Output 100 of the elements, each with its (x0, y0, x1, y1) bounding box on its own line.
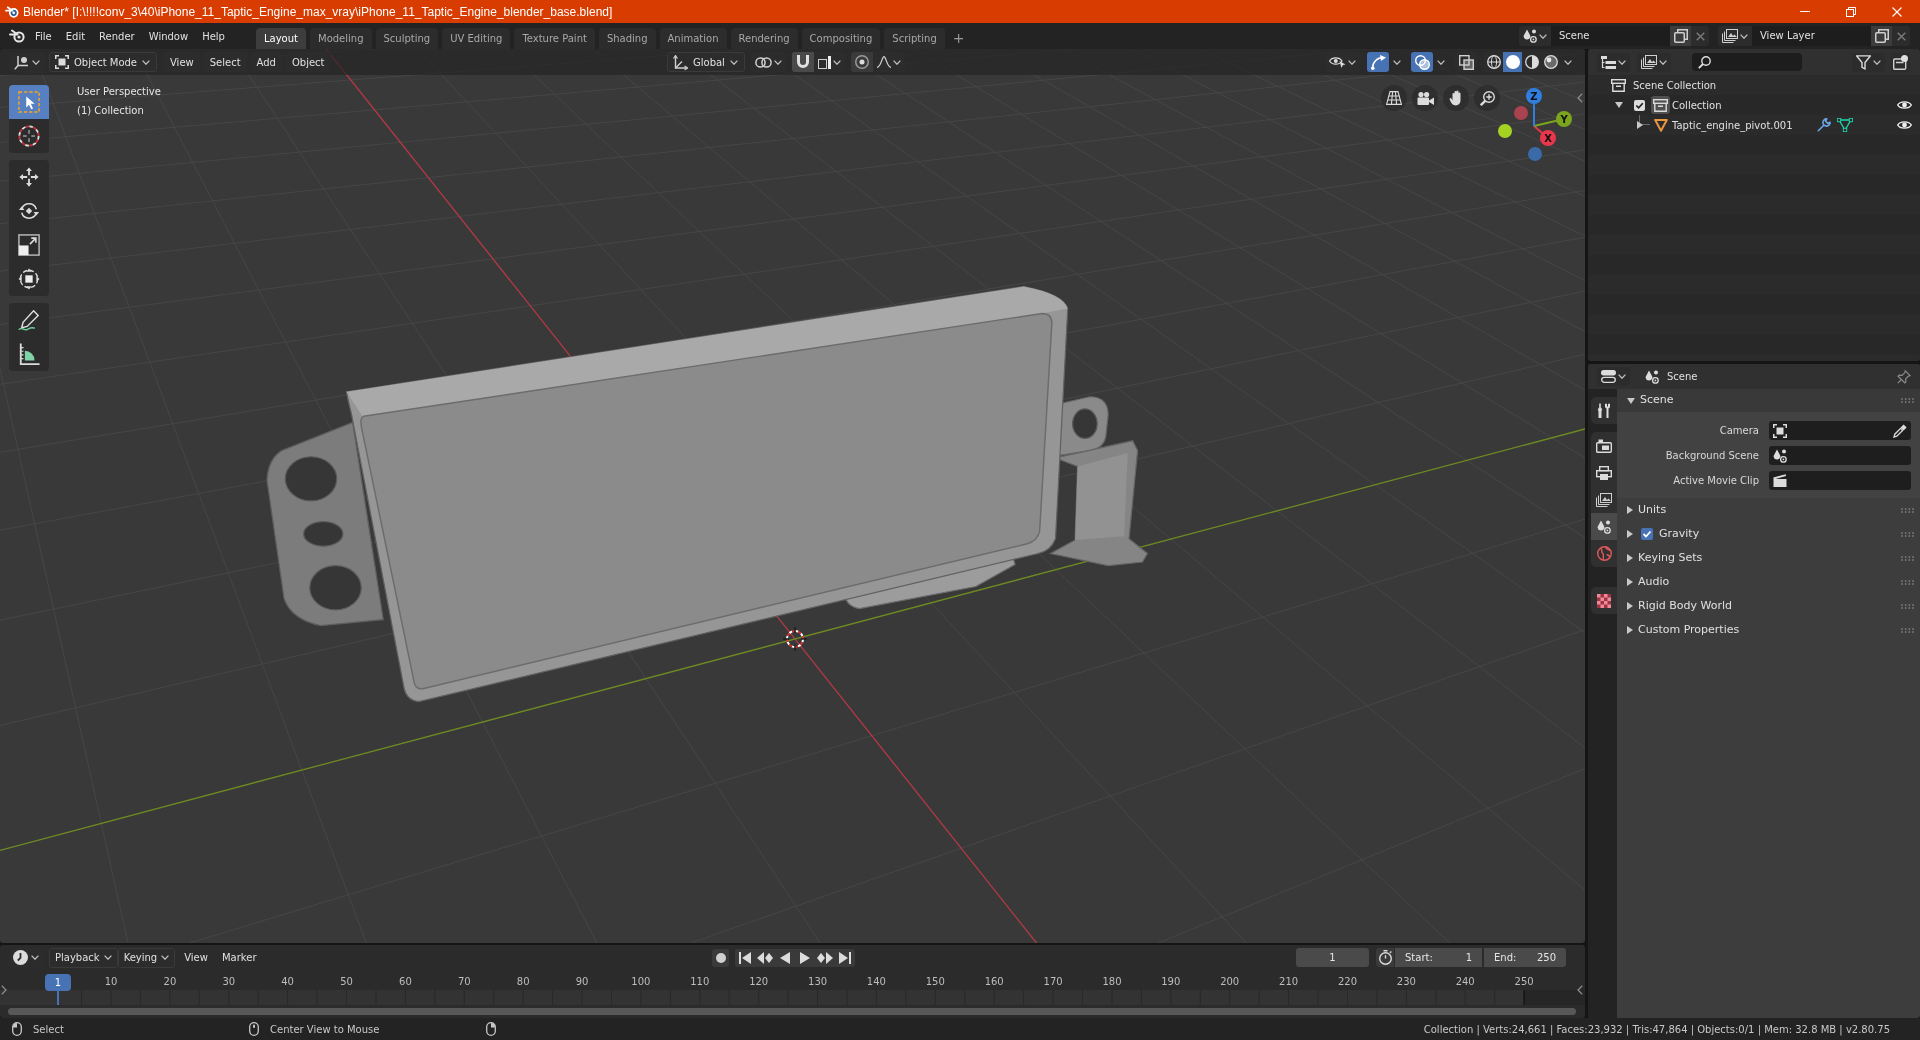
view-layer-name-field[interactable]: View Layer (1752, 26, 1871, 46)
duplicate-button[interactable] (1670, 26, 1691, 46)
workspace-tab[interactable]: Compositing (801, 28, 881, 49)
zoom-view-button[interactable] (1474, 85, 1500, 111)
filter-dropdown[interactable] (1852, 52, 1885, 72)
view-layer-selector-button[interactable] (1718, 26, 1752, 46)
proportional-editing-toggle[interactable] (850, 52, 873, 72)
menu-dropdown[interactable]: Playback (49, 947, 118, 968)
menu-item[interactable]: File (28, 26, 59, 46)
workspace-tab[interactable]: Scripting (884, 28, 945, 49)
gizmo-toggle[interactable] (1367, 52, 1389, 72)
start-frame-field[interactable]: Start: 1 (1395, 948, 1482, 967)
display-mode-dropdown[interactable] (1597, 52, 1630, 72)
editor-type-button[interactable] (1597, 367, 1630, 386)
world-tab[interactable] (1591, 540, 1617, 567)
move-tool[interactable] (9, 160, 49, 194)
mode-dropdown[interactable]: Object Mode (49, 52, 157, 72)
view-layer-tab[interactable] (1591, 486, 1617, 513)
negative-axis-handle[interactable] (1498, 124, 1512, 138)
render-tab[interactable] (1591, 432, 1617, 459)
tool-tab[interactable] (1591, 397, 1617, 424)
expand-arrow-icon[interactable] (1614, 102, 1623, 108)
drag-handle-icon[interactable] (1901, 398, 1914, 403)
add-workspace-button[interactable]: + (948, 28, 969, 49)
scene-name-field[interactable]: Scene (1551, 26, 1670, 46)
region-toggle-icon[interactable] (1577, 93, 1583, 103)
select-box-tool[interactable] (9, 85, 49, 119)
region-toggle-icon[interactable] (1577, 985, 1583, 995)
panel-header[interactable]: Scene (1617, 389, 1920, 412)
pin-icon[interactable] (1897, 369, 1911, 384)
subpanel-header[interactable]: Audio (1617, 570, 1920, 594)
wrench-icon[interactable] (1816, 118, 1831, 132)
remove-button[interactable] (1691, 26, 1709, 46)
camera-view-button[interactable] (1412, 85, 1438, 111)
mesh-data-icon[interactable] (1836, 118, 1853, 132)
snap-toggle[interactable] (791, 52, 814, 72)
menu-item[interactable]: Edit (58, 26, 93, 46)
transform-tool[interactable] (9, 262, 49, 296)
scene-tab[interactable] (1591, 513, 1617, 540)
menu-dropdown[interactable]: Keying (117, 947, 176, 968)
shading-mode-button[interactable] (1541, 52, 1560, 72)
workspace-tab[interactable]: Rendering (730, 28, 798, 49)
end-frame-field[interactable]: End: 250 (1484, 948, 1566, 967)
eye-icon[interactable] (1897, 100, 1912, 110)
search-field[interactable] (1692, 53, 1802, 71)
shading-mode-button[interactable] (1484, 52, 1503, 72)
subpanel-header[interactable]: Rigid Body World (1617, 594, 1920, 618)
camera-field[interactable] (1769, 421, 1911, 440)
drag-handle-icon[interactable] (1901, 627, 1914, 633)
subpanel-header[interactable]: Custom Properties (1617, 618, 1920, 642)
remove-button[interactable] (1892, 26, 1910, 46)
negative-axis-handle[interactable] (1528, 147, 1542, 161)
menu-item[interactable]: Help (195, 26, 232, 46)
workspace-tab[interactable]: Texture Paint (514, 28, 595, 49)
measure-tool[interactable] (9, 337, 49, 371)
cursor-tool[interactable] (9, 119, 49, 153)
expand-arrow-icon[interactable] (1636, 121, 1643, 129)
preview-range-button[interactable] (1376, 948, 1394, 967)
eye-icon[interactable] (1897, 120, 1912, 130)
checkbox[interactable] (1634, 99, 1645, 111)
jump-to-end-button[interactable] (835, 948, 855, 967)
menu-item[interactable]: View (179, 947, 213, 968)
menu-item[interactable]: Window (141, 26, 196, 46)
jump-to-start-button[interactable] (735, 948, 755, 967)
workspace-tab[interactable]: Modeling (310, 28, 372, 49)
checkbox[interactable] (1641, 528, 1653, 540)
drag-handle-icon[interactable] (1901, 603, 1914, 609)
view-layer-dropdown[interactable] (1637, 52, 1671, 72)
duplicate-button[interactable] (1871, 26, 1892, 46)
overlays-toggle[interactable] (1411, 52, 1433, 72)
region-toggle-icon[interactable] (1, 985, 7, 995)
negative-axis-handle[interactable] (1514, 106, 1528, 120)
pan-view-button[interactable] (1443, 85, 1469, 111)
subpanel-header[interactable]: Units (1617, 498, 1920, 522)
workspace-tab[interactable]: UV Editing (442, 28, 511, 49)
movie-clip-field[interactable] (1769, 471, 1911, 490)
workspace-tab[interactable]: Layout (256, 28, 306, 49)
auto-keying-toggle[interactable] (712, 948, 729, 967)
eyedropper-icon[interactable] (1893, 423, 1907, 438)
transform-orientation-dropdown[interactable]: Global (667, 52, 745, 72)
shading-mode-button[interactable] (1522, 52, 1541, 72)
menu-item[interactable]: Marker (216, 947, 262, 968)
drag-handle-icon[interactable] (1901, 579, 1914, 585)
annotate-tool[interactable] (9, 303, 49, 337)
texture-tab[interactable] (1591, 587, 1617, 614)
menu-item[interactable]: Render (92, 26, 142, 46)
subpanel-header[interactable]: Gravity (1617, 522, 1920, 546)
drag-handle-icon[interactable] (1901, 507, 1914, 513)
new-collection-button[interactable] (1891, 52, 1910, 72)
scene-selector-button[interactable] (1519, 26, 1551, 46)
perspective-toggle-button[interactable] (1381, 85, 1407, 111)
axis-handle[interactable]: Y (1533, 111, 1572, 127)
workspace-tab[interactable]: Sculpting (375, 28, 439, 49)
workspace-tab[interactable]: Animation (659, 28, 727, 49)
background-scene-field[interactable] (1769, 446, 1911, 465)
current-frame-field[interactable]: 1 (1296, 948, 1369, 967)
subpanel-header[interactable]: Keying Sets (1617, 546, 1920, 570)
drag-handle-icon[interactable] (1901, 531, 1914, 537)
drag-handle-icon[interactable] (1901, 555, 1914, 561)
workspace-tab[interactable]: Shading (598, 28, 656, 49)
